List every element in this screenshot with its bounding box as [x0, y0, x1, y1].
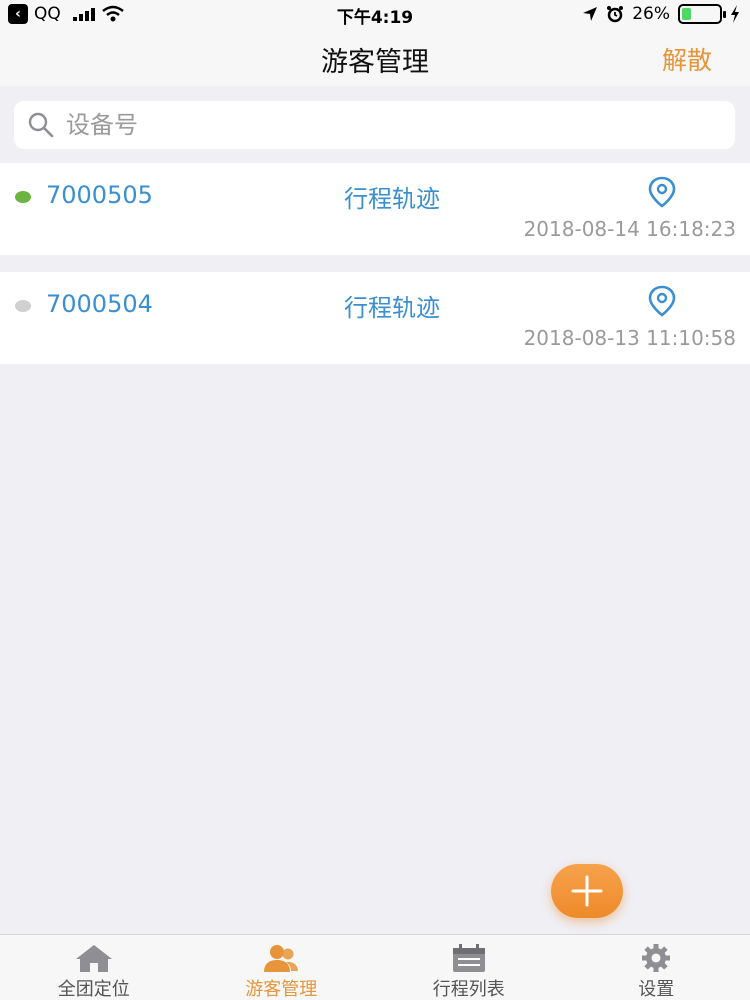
plus-icon — [571, 875, 603, 907]
location-arrow-icon — [583, 7, 598, 21]
battery-fill — [682, 8, 692, 20]
last-update-time: 2018-08-14 16:18:23 — [523, 217, 736, 241]
dismiss-group-button[interactable]: 解散 — [662, 41, 712, 77]
trip-track-link[interactable]: 行程轨迹 — [344, 288, 440, 323]
status-bar-right: 26% — [582, 4, 740, 24]
offline-status-dot — [15, 300, 31, 312]
add-device-button[interactable] — [551, 864, 623, 918]
tab-visitor-management[interactable]: 游客管理 — [188, 935, 376, 1000]
navigation-bar: 游客管理 解散 — [0, 28, 750, 86]
page-title: 游客管理 — [321, 47, 429, 78]
device-id[interactable]: 7000504 — [46, 290, 153, 318]
battery-percent: 26% — [632, 4, 670, 24]
status-bar: ‹ QQ 下午4:19 26% — [0, 0, 750, 28]
alarm-clock-icon — [607, 6, 624, 23]
device-list-item[interactable]: 7000504 行程轨迹 2018-08-13 11:10:58 — [0, 272, 750, 364]
tab-label: 行程列表 — [432, 979, 505, 1000]
device-id[interactable]: 7000505 — [46, 181, 153, 209]
tab-team-location[interactable]: 全团定位 — [0, 935, 188, 1000]
battery-icon — [678, 4, 726, 24]
device-search-input[interactable] — [66, 111, 666, 139]
tab-trip-list[interactable]: 行程列表 — [375, 935, 563, 1000]
location-pin-icon[interactable] — [646, 175, 678, 209]
tab-label: 全团定位 — [57, 979, 130, 1000]
home-icon — [75, 945, 112, 972]
tab-bar: 全团定位 游客管理 行程列表 设置 — [0, 934, 750, 1000]
device-list-item[interactable]: 7000505 行程轨迹 2018-08-14 16:18:23 — [0, 163, 750, 255]
calendar-icon — [452, 944, 485, 972]
charging-bolt-icon — [731, 5, 739, 23]
tab-label: 游客管理 — [245, 979, 318, 1000]
gear-icon — [642, 944, 671, 972]
search-icon — [28, 112, 54, 138]
online-status-dot — [15, 191, 31, 203]
trip-track-link[interactable]: 行程轨迹 — [344, 179, 440, 214]
last-update-time: 2018-08-13 11:10:58 — [523, 326, 736, 350]
location-pin-icon[interactable] — [646, 284, 678, 318]
tab-label: 设置 — [638, 979, 675, 1000]
users-icon — [264, 945, 299, 972]
tab-settings[interactable]: 设置 — [563, 935, 750, 1000]
search-bar[interactable] — [14, 101, 735, 149]
